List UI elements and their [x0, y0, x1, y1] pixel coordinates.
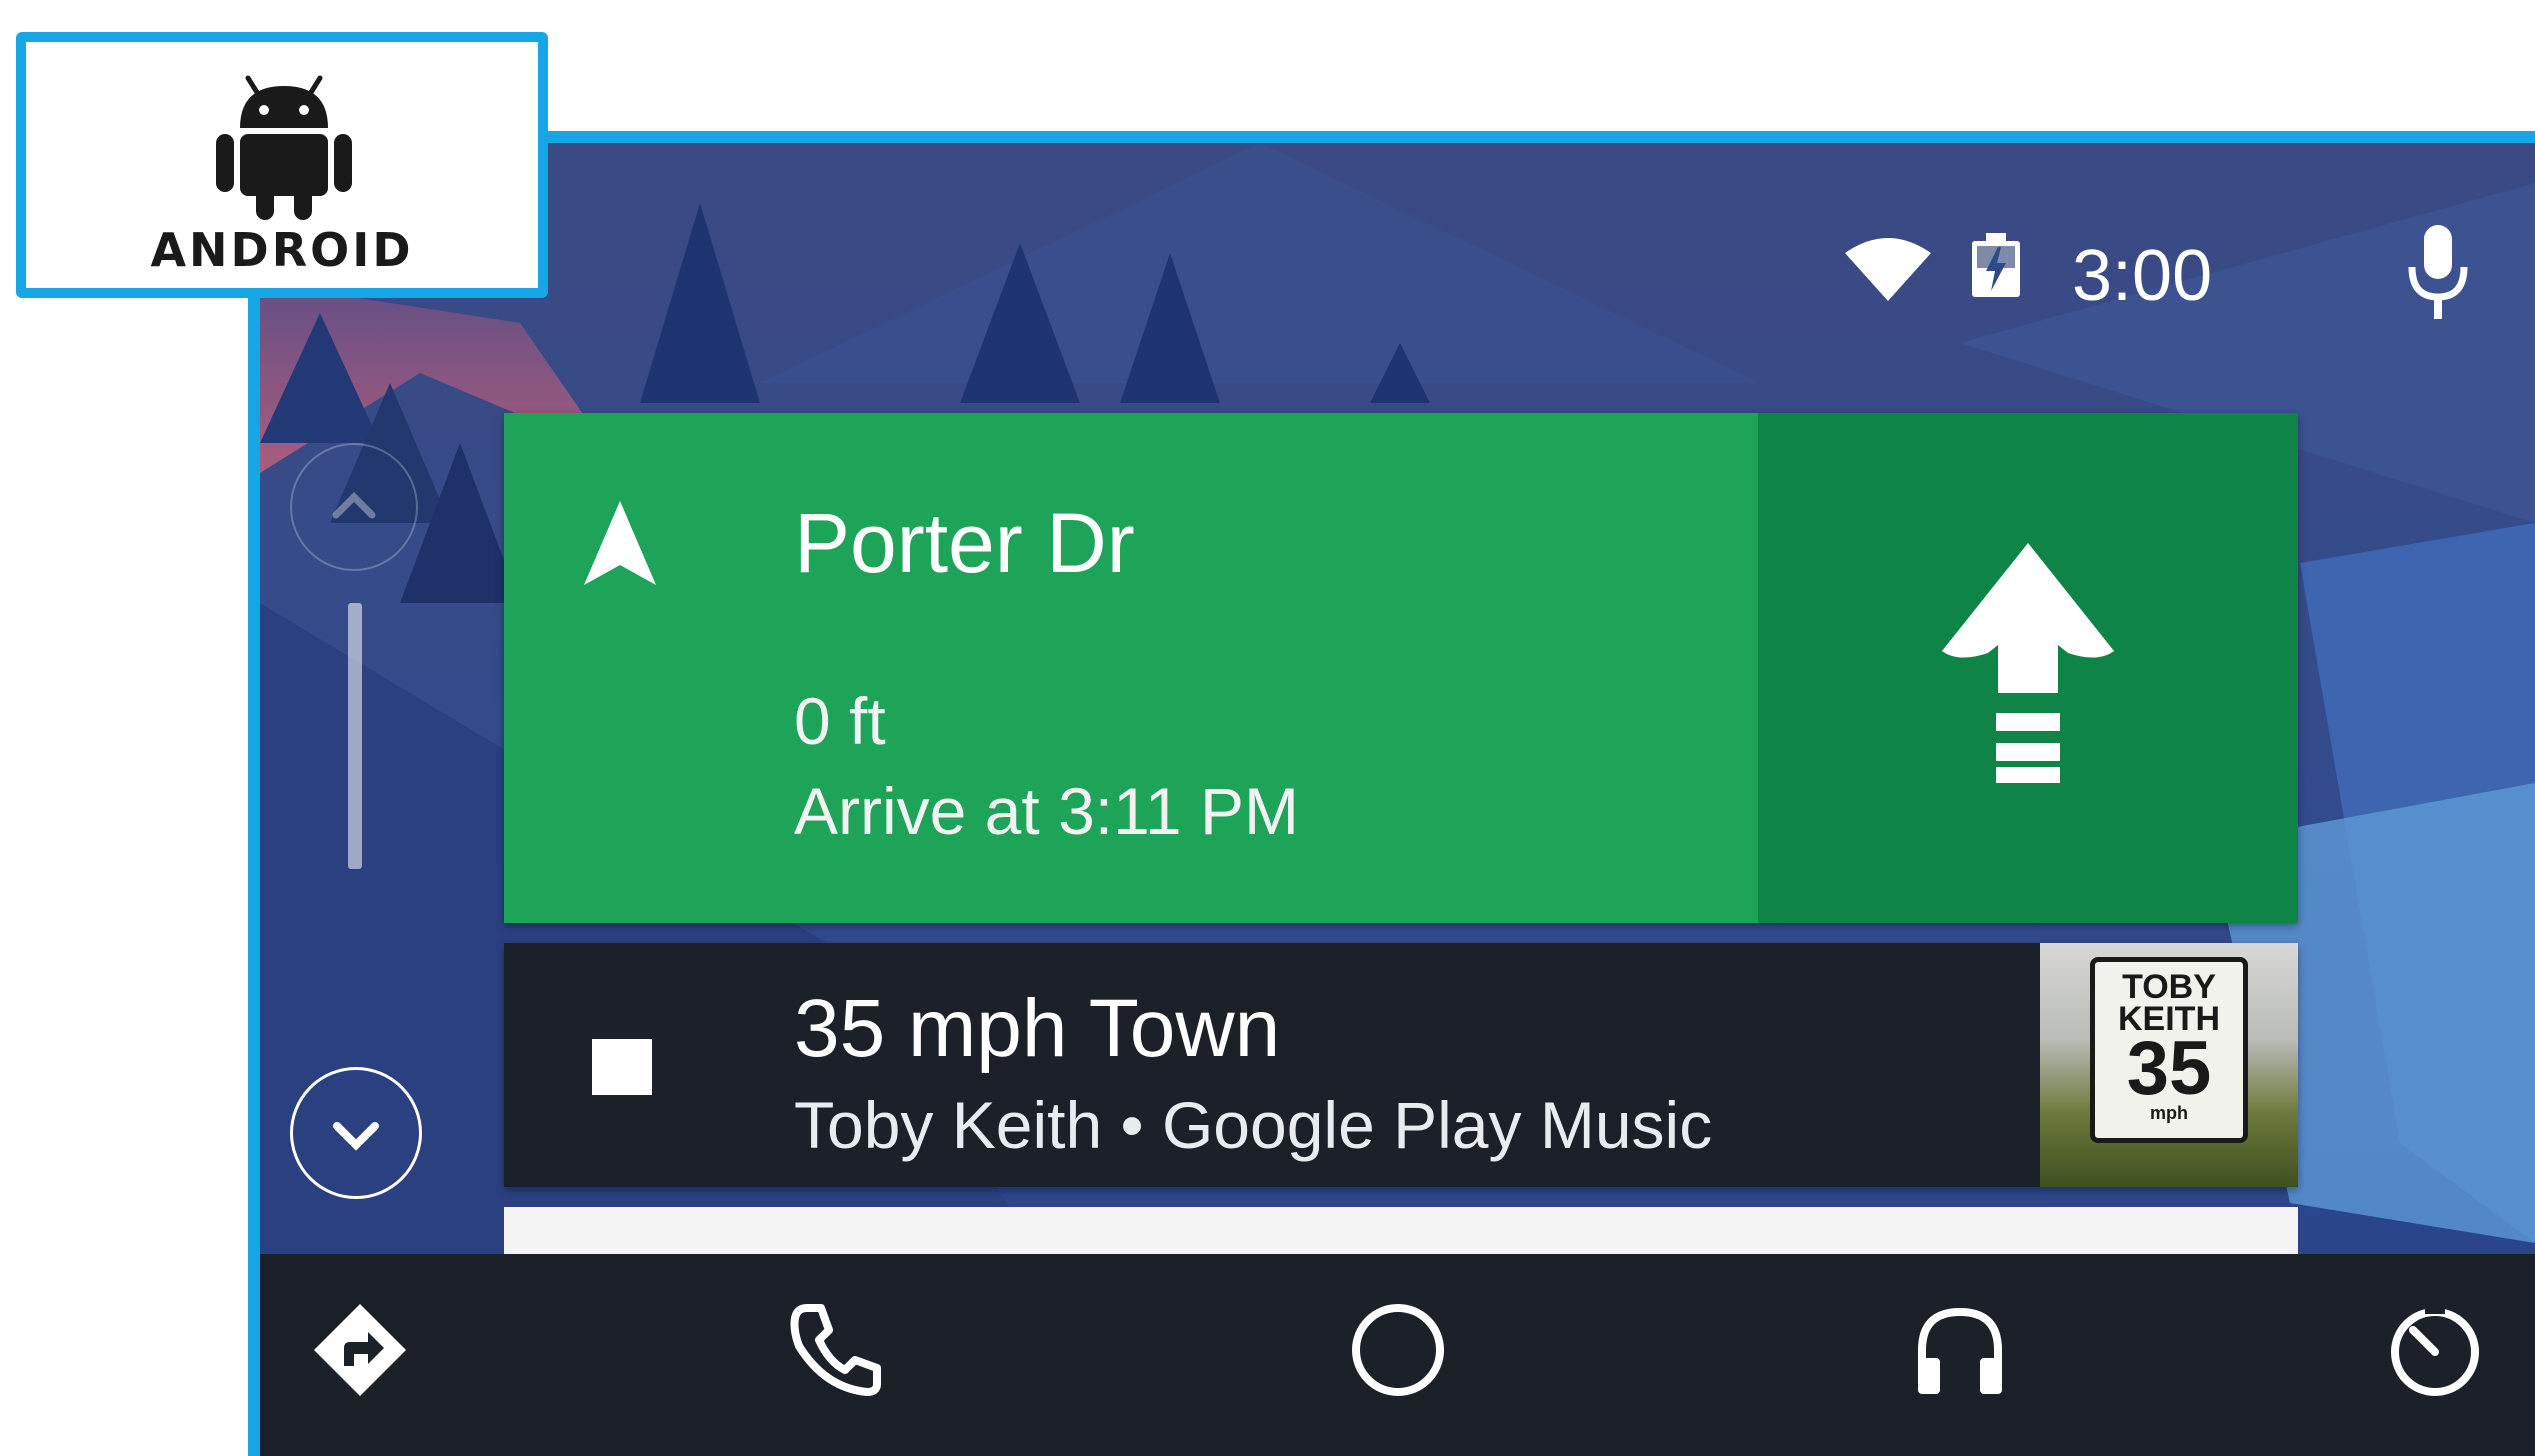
- directions-icon[interactable]: [310, 1300, 410, 1400]
- maneuver-panel: [1758, 413, 2298, 923]
- battery-charging-icon: [1972, 233, 2020, 297]
- music-card[interactable]: 35 mph Town Toby Keith • Google Play Mus…: [504, 943, 2298, 1187]
- wifi-icon: [1845, 238, 1931, 301]
- home-circle-icon[interactable]: [1348, 1300, 1448, 1400]
- distance-to-turn: 0 ft: [794, 684, 886, 758]
- scroll-thumb[interactable]: [348, 603, 362, 869]
- street-name: Porter Dr: [794, 496, 1135, 590]
- headphones-icon[interactable]: [1910, 1300, 2010, 1400]
- stop-icon[interactable]: [592, 1039, 652, 1095]
- arrival-time: Arrive at 3:11 PM: [794, 774, 1299, 848]
- navigation-card[interactable]: Porter Dr 0 ft Arrive at 3:11 PM: [504, 413, 2298, 923]
- track-title: 35 mph Town: [794, 983, 1281, 1074]
- mic-icon[interactable]: [2406, 225, 2470, 321]
- scroll-down-button[interactable]: [290, 1067, 422, 1199]
- chevron-up-icon: [332, 492, 376, 519]
- bottom-navigation-bar: [260, 1254, 2535, 1456]
- navigation-arrow-icon: [584, 501, 656, 585]
- android-robot-icon: [216, 75, 352, 220]
- album-art: TOBY KEITH 35 mph: [2040, 943, 2298, 1187]
- scroll-rail: [290, 443, 430, 1343]
- straight-arrow-icon: [1942, 543, 2114, 783]
- phone-icon[interactable]: [785, 1300, 885, 1400]
- clock: 3:00: [2072, 236, 2213, 316]
- android-auto-screen: 3:00 Porter Dr 0 ft Arrive at 3:11 PM 35…: [248, 131, 2535, 1456]
- speedometer-icon[interactable]: [2385, 1300, 2485, 1400]
- track-artist-source: Toby Keith • Google Play Music: [794, 1088, 1713, 1162]
- android-wordmark: ANDROID: [150, 223, 414, 277]
- android-logo-badge: ANDROID: [16, 32, 548, 298]
- album-art-sign: TOBY KEITH 35 mph: [2090, 957, 2248, 1143]
- scroll-up-button[interactable]: [290, 443, 418, 571]
- status-bar: 3:00: [260, 143, 2535, 383]
- chevron-down-icon: [333, 1122, 379, 1151]
